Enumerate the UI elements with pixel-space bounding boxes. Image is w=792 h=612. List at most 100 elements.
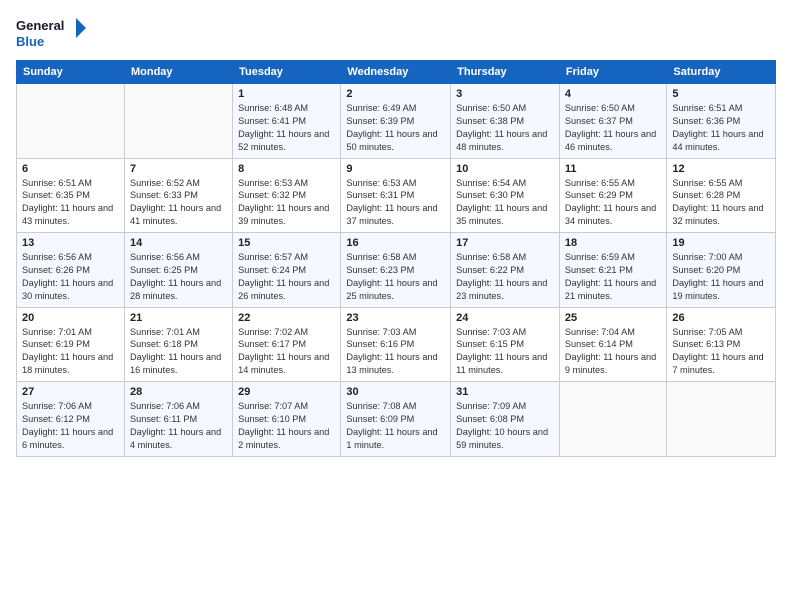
day-number: 14 bbox=[130, 237, 227, 249]
day-detail: Sunrise: 7:03 AM Sunset: 6:16 PM Dayligh… bbox=[346, 326, 445, 378]
day-detail: Sunrise: 6:58 AM Sunset: 6:22 PM Dayligh… bbox=[456, 251, 554, 303]
day-number: 1 bbox=[238, 88, 335, 100]
day-detail: Sunrise: 7:07 AM Sunset: 6:10 PM Dayligh… bbox=[238, 400, 335, 452]
calendar-cell: 15Sunrise: 6:57 AM Sunset: 6:24 PM Dayli… bbox=[233, 233, 341, 308]
day-detail: Sunrise: 6:48 AM Sunset: 6:41 PM Dayligh… bbox=[238, 102, 335, 154]
calendar-cell: 1 Sunrise: 6:48 AM Sunset: 6:41 PM Daylig… bbox=[233, 84, 341, 159]
calendar-cell: 31Sunrise: 7:09 AM Sunset: 6:08 PM Dayli… bbox=[451, 382, 560, 457]
day-number: 17 bbox=[456, 237, 554, 249]
day-number: 27 bbox=[22, 386, 119, 398]
logo-svg: General Blue bbox=[16, 14, 86, 54]
calendar-cell bbox=[124, 84, 232, 159]
calendar-cell: 6 Sunrise: 6:51 AM Sunset: 6:35 PM Daylig… bbox=[17, 158, 125, 233]
day-number: 13 bbox=[22, 237, 119, 249]
day-number: 24 bbox=[456, 312, 554, 324]
svg-text:General: General bbox=[16, 18, 64, 33]
calendar-cell: 5 Sunrise: 6:51 AM Sunset: 6:36 PM Daylig… bbox=[667, 84, 776, 159]
calendar-cell: 25 Sunrise: 7:04 AM Sunset: 6:14 PM Dayli… bbox=[559, 307, 666, 382]
day-detail: Sunrise: 7:01 AM Sunset: 6:18 PM Dayligh… bbox=[130, 326, 227, 378]
day-detail: Sunrise: 7:06 AM Sunset: 6:12 PM Dayligh… bbox=[22, 400, 119, 452]
day-number: 2 bbox=[346, 88, 445, 100]
day-detail: Sunrise: 7:06 AM Sunset: 6:11 PM Dayligh… bbox=[130, 400, 227, 452]
logo: General Blue bbox=[16, 14, 86, 54]
calendar-cell: 19 Sunrise: 7:00 AM Sunset: 6:20 PM Dayli… bbox=[667, 233, 776, 308]
weekday-header-thursday: Thursday bbox=[451, 61, 560, 84]
day-number: 22 bbox=[238, 312, 335, 324]
day-detail: Sunrise: 6:51 AM Sunset: 6:36 PM Dayligh… bbox=[672, 102, 770, 154]
weekday-header-friday: Friday bbox=[559, 61, 666, 84]
calendar-cell bbox=[559, 382, 666, 457]
day-number: 11 bbox=[565, 163, 661, 175]
calendar-cell bbox=[667, 382, 776, 457]
day-detail: Sunrise: 6:58 AM Sunset: 6:23 PM Dayligh… bbox=[346, 251, 445, 303]
day-number: 5 bbox=[672, 88, 770, 100]
day-number: 16 bbox=[346, 237, 445, 249]
calendar-cell: 20 Sunrise: 7:01 AM Sunset: 6:19 PM Dayli… bbox=[17, 307, 125, 382]
weekday-header-tuesday: Tuesday bbox=[233, 61, 341, 84]
day-number: 18 bbox=[565, 237, 661, 249]
day-detail: Sunrise: 6:50 AM Sunset: 6:38 PM Dayligh… bbox=[456, 102, 554, 154]
calendar-cell: 29 Sunrise: 7:07 AM Sunset: 6:10 PM Dayli… bbox=[233, 382, 341, 457]
day-detail: Sunrise: 7:05 AM Sunset: 6:13 PM Dayligh… bbox=[672, 326, 770, 378]
weekday-header-sunday: Sunday bbox=[17, 61, 125, 84]
day-detail: Sunrise: 6:52 AM Sunset: 6:33 PM Dayligh… bbox=[130, 177, 227, 229]
calendar-cell: 24 Sunrise: 7:03 AM Sunset: 6:15 PM Dayli… bbox=[451, 307, 560, 382]
day-number: 15 bbox=[238, 237, 335, 249]
weekday-header-monday: Monday bbox=[124, 61, 232, 84]
day-detail: Sunrise: 6:53 AM Sunset: 6:31 PM Dayligh… bbox=[346, 177, 445, 229]
calendar-cell: 21 Sunrise: 7:01 AM Sunset: 6:18 PM Dayli… bbox=[124, 307, 232, 382]
day-detail: Sunrise: 7:00 AM Sunset: 6:20 PM Dayligh… bbox=[672, 251, 770, 303]
calendar-cell: 11 Sunrise: 6:55 AM Sunset: 6:29 PM Dayli… bbox=[559, 158, 666, 233]
day-detail: Sunrise: 7:01 AM Sunset: 6:19 PM Dayligh… bbox=[22, 326, 119, 378]
day-number: 7 bbox=[130, 163, 227, 175]
calendar-cell: 7 Sunrise: 6:52 AM Sunset: 6:33 PM Daylig… bbox=[124, 158, 232, 233]
weekday-header-saturday: Saturday bbox=[667, 61, 776, 84]
calendar-cell: 13Sunrise: 6:56 AM Sunset: 6:26 PM Dayli… bbox=[17, 233, 125, 308]
day-detail: Sunrise: 7:08 AM Sunset: 6:09 PM Dayligh… bbox=[346, 400, 445, 452]
day-detail: Sunrise: 6:59 AM Sunset: 6:21 PM Dayligh… bbox=[565, 251, 661, 303]
calendar-cell: 16 Sunrise: 6:58 AM Sunset: 6:23 PM Dayli… bbox=[341, 233, 451, 308]
calendar-cell: 26 Sunrise: 7:05 AM Sunset: 6:13 PM Dayli… bbox=[667, 307, 776, 382]
day-number: 30 bbox=[346, 386, 445, 398]
svg-text:Blue: Blue bbox=[16, 34, 44, 49]
day-number: 26 bbox=[672, 312, 770, 324]
day-detail: Sunrise: 6:55 AM Sunset: 6:28 PM Dayligh… bbox=[672, 177, 770, 229]
day-number: 20 bbox=[22, 312, 119, 324]
day-number: 29 bbox=[238, 386, 335, 398]
calendar-cell: 17 Sunrise: 6:58 AM Sunset: 6:22 PM Dayli… bbox=[451, 233, 560, 308]
weekday-header-wednesday: Wednesday bbox=[341, 61, 451, 84]
calendar-cell bbox=[17, 84, 125, 159]
day-number: 21 bbox=[130, 312, 227, 324]
calendar-cell: 12 Sunrise: 6:55 AM Sunset: 6:28 PM Dayli… bbox=[667, 158, 776, 233]
day-number: 6 bbox=[22, 163, 119, 175]
calendar-cell: 8 Sunrise: 6:53 AM Sunset: 6:32 PM Daylig… bbox=[233, 158, 341, 233]
day-detail: Sunrise: 7:03 AM Sunset: 6:15 PM Dayligh… bbox=[456, 326, 554, 378]
calendar-cell: 30 Sunrise: 7:08 AM Sunset: 6:09 PM Dayli… bbox=[341, 382, 451, 457]
day-detail: Sunrise: 7:04 AM Sunset: 6:14 PM Dayligh… bbox=[565, 326, 661, 378]
day-number: 8 bbox=[238, 163, 335, 175]
calendar-cell: 22 Sunrise: 7:02 AM Sunset: 6:17 PM Dayli… bbox=[233, 307, 341, 382]
day-number: 9 bbox=[346, 163, 445, 175]
day-number: 3 bbox=[456, 88, 554, 100]
calendar-cell: 14Sunrise: 6:56 AM Sunset: 6:25 PM Dayli… bbox=[124, 233, 232, 308]
calendar-cell: 27 Sunrise: 7:06 AM Sunset: 6:12 PM Dayli… bbox=[17, 382, 125, 457]
day-number: 28 bbox=[130, 386, 227, 398]
day-detail: Sunrise: 6:49 AM Sunset: 6:39 PM Dayligh… bbox=[346, 102, 445, 154]
day-detail: Sunrise: 6:53 AM Sunset: 6:32 PM Dayligh… bbox=[238, 177, 335, 229]
day-number: 25 bbox=[565, 312, 661, 324]
calendar-cell: 3 Sunrise: 6:50 AM Sunset: 6:38 PM Daylig… bbox=[451, 84, 560, 159]
calendar-cell: 10 Sunrise: 6:54 AM Sunset: 6:30 PM Dayli… bbox=[451, 158, 560, 233]
day-detail: Sunrise: 6:51 AM Sunset: 6:35 PM Dayligh… bbox=[22, 177, 119, 229]
calendar-cell: 2 Sunrise: 6:49 AM Sunset: 6:39 PM Daylig… bbox=[341, 84, 451, 159]
day-detail: Sunrise: 6:54 AM Sunset: 6:30 PM Dayligh… bbox=[456, 177, 554, 229]
calendar-cell: 23Sunrise: 7:03 AM Sunset: 6:16 PM Dayli… bbox=[341, 307, 451, 382]
day-detail: Sunrise: 7:09 AM Sunset: 6:08 PM Dayligh… bbox=[456, 400, 554, 452]
day-detail: Sunrise: 6:55 AM Sunset: 6:29 PM Dayligh… bbox=[565, 177, 661, 229]
day-number: 10 bbox=[456, 163, 554, 175]
calendar-cell: 18 Sunrise: 6:59 AM Sunset: 6:21 PM Dayli… bbox=[559, 233, 666, 308]
calendar-cell: 28 Sunrise: 7:06 AM Sunset: 6:11 PM Dayli… bbox=[124, 382, 232, 457]
day-detail: Sunrise: 7:02 AM Sunset: 6:17 PM Dayligh… bbox=[238, 326, 335, 378]
calendar-cell: 4Sunrise: 6:50 AM Sunset: 6:37 PM Daylig… bbox=[559, 84, 666, 159]
day-number: 19 bbox=[672, 237, 770, 249]
day-number: 12 bbox=[672, 163, 770, 175]
